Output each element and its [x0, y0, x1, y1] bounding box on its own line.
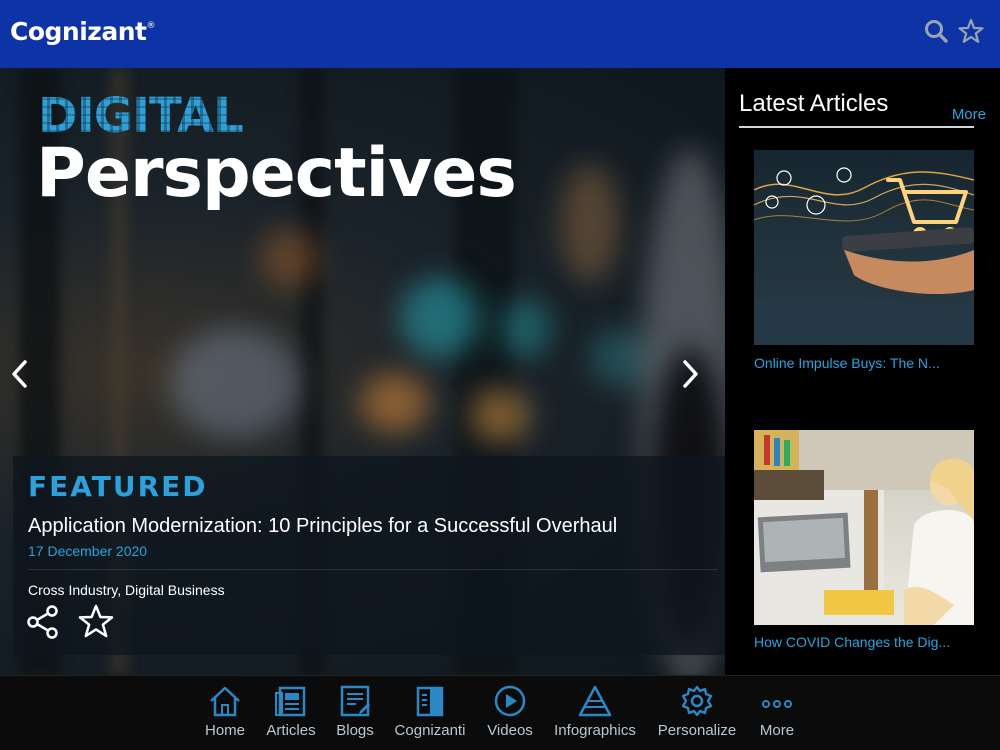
featured-label: FEATURED: [28, 470, 208, 503]
more-dots-icon: [762, 700, 792, 708]
featured-tags: Cross Industry, Digital Business: [28, 582, 225, 598]
tab-label: Personalize: [657, 722, 737, 739]
featured-article-card[interactable]: FEATURED Application Modernization: 10 P…: [13, 456, 725, 655]
tab-more[interactable]: More: [732, 684, 822, 746]
background-shape: [400, 278, 480, 358]
hero-title-perspectives: Perspectives: [36, 134, 517, 213]
child-at-laptop-illustration: [754, 430, 974, 625]
hero-title-digital: DIGITAL: [38, 88, 243, 144]
bottom-tab-bar: Home Articles Blogs Cognizanti Videos In…: [0, 675, 1000, 750]
tab-label: Cognizanti: [394, 722, 466, 739]
app-header: Cognizant®: [0, 0, 1000, 68]
background-shape: [260, 228, 320, 288]
shopping-cart-illustration: [754, 167, 974, 345]
tab-label: Videos: [487, 722, 533, 739]
pyramid-icon: [578, 685, 612, 717]
articles-icon: [275, 686, 306, 717]
article-thumbnail-shopping[interactable]: [754, 150, 974, 345]
latest-articles-panel: Latest Articles More Online Impulse Buys…: [725, 68, 1000, 675]
gear-icon: [681, 685, 713, 717]
divider: [739, 126, 974, 128]
background-shape: [170, 328, 300, 438]
share-icon[interactable]: [25, 604, 61, 640]
play-icon: [494, 685, 526, 717]
tab-label: Infographics: [554, 722, 636, 739]
blogs-icon: [340, 685, 370, 717]
logo-registered-mark: ®: [146, 20, 155, 31]
latest-articles-title: Latest Articles: [739, 90, 889, 117]
tab-personalize[interactable]: Personalize: [652, 684, 742, 746]
tab-infographics[interactable]: Infographics: [550, 684, 640, 746]
previous-arrow-icon[interactable]: [8, 358, 32, 390]
article-caption[interactable]: Online Impulse Buys: The N...: [754, 355, 984, 371]
cognizant-logo[interactable]: Cognizant®: [10, 17, 155, 46]
background-shape: [560, 163, 620, 283]
background-shape: [470, 388, 530, 443]
article-caption[interactable]: How COVID Changes the Dig...: [754, 634, 984, 650]
next-arrow-icon[interactable]: [678, 358, 702, 390]
article-thumbnail-covid[interactable]: [754, 430, 974, 625]
logo-text: Cognizant: [10, 17, 147, 46]
featured-date: 17 December 2020: [28, 543, 148, 559]
tab-videos[interactable]: Videos: [465, 684, 555, 746]
star-icon[interactable]: [958, 18, 984, 44]
latest-articles-more-link[interactable]: More: [952, 106, 986, 123]
favorite-star-icon[interactable]: [78, 604, 114, 640]
home-icon: [210, 686, 240, 717]
featured-title[interactable]: Application Modernization: 10 Principles…: [28, 515, 617, 538]
background-shape: [500, 298, 550, 358]
tab-label: More: [759, 722, 795, 739]
divider: [28, 569, 718, 570]
cognizanti-icon: [416, 686, 444, 717]
hero-carousel[interactable]: DIGITAL Perspectives FEATURED Applicatio…: [0, 68, 725, 675]
tab-cognizanti[interactable]: Cognizanti: [385, 684, 475, 746]
background-shape: [360, 373, 430, 433]
search-icon[interactable]: [923, 18, 949, 44]
